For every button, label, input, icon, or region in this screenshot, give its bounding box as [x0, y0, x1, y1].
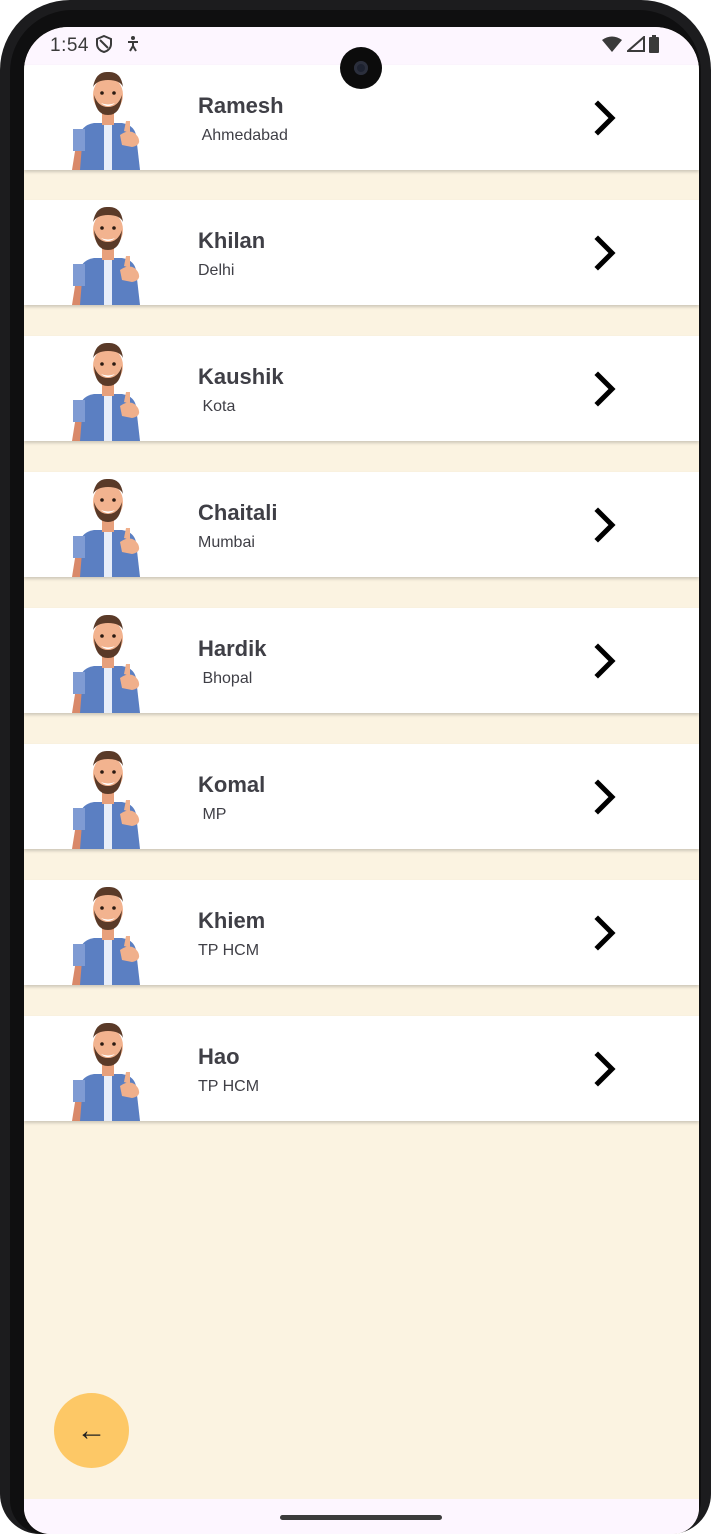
front-camera: [340, 47, 382, 89]
status-right-icons: [601, 35, 659, 53]
person-name: Hardik: [198, 636, 267, 661]
chevron-right-icon[interactable]: [590, 98, 620, 138]
arrow-left-icon: ←: [76, 1413, 107, 1447]
person-card[interactable]: Chaitali Mumbai: [24, 472, 699, 577]
shield-icon: [96, 35, 112, 53]
signal-icon: [627, 36, 645, 52]
person-card[interactable]: Komal MP: [24, 744, 699, 849]
avatar: [68, 880, 148, 985]
avatar: [68, 472, 148, 577]
chevron-right-icon[interactable]: [590, 233, 620, 273]
avatar: [68, 336, 148, 441]
person-name: Ramesh: [198, 93, 284, 118]
avatar: [68, 1016, 148, 1121]
avatar: [68, 744, 148, 849]
person-card[interactable]: Hardik Bhopal: [24, 608, 699, 713]
navigation-bar: [24, 1499, 699, 1534]
chevron-right-icon[interactable]: [590, 641, 620, 681]
person-city: Delhi: [198, 262, 235, 279]
chevron-right-icon[interactable]: [590, 777, 620, 817]
person-card[interactable]: Hao TP HCM: [24, 1016, 699, 1121]
battery-icon: [649, 35, 659, 53]
person-name: Khilan: [198, 228, 266, 253]
person-name: Hao: [198, 1044, 240, 1069]
person-city: Bhopal: [198, 670, 253, 687]
avatar: [68, 200, 148, 305]
person-name: Khiem: [198, 908, 266, 933]
person-city: Mumbai: [198, 534, 255, 551]
person-card[interactable]: Khiem TP HCM: [24, 880, 699, 985]
app-screen: 1:54 Ramesh Ahmedabad Khilan Delhi Kaush…: [24, 27, 699, 1534]
accessibility-icon: [128, 36, 138, 52]
person-name: Kaushik: [198, 364, 284, 389]
person-name: Chaitali: [198, 500, 278, 525]
person-city: Kota: [198, 398, 236, 415]
chevron-right-icon[interactable]: [590, 1049, 620, 1089]
person-name: Komal: [198, 772, 266, 797]
chevron-right-icon[interactable]: [590, 369, 620, 409]
status-left-icons: [96, 35, 140, 53]
person-card[interactable]: Khilan Delhi: [24, 200, 699, 305]
avatar: [68, 608, 148, 713]
avatar: [68, 65, 148, 170]
chevron-right-icon[interactable]: [590, 913, 620, 953]
person-city: Ahmedabad: [198, 127, 288, 144]
home-indicator[interactable]: [280, 1515, 442, 1520]
status-time: 1:54: [50, 35, 89, 56]
person-city: MP: [198, 806, 227, 823]
person-city: TP HCM: [198, 1078, 260, 1095]
person-card[interactable]: Kaushik Kota: [24, 336, 699, 441]
chevron-right-icon[interactable]: [590, 505, 620, 545]
back-button[interactable]: ←: [54, 1393, 129, 1468]
person-city: TP HCM: [198, 942, 260, 959]
wifi-icon: [602, 36, 622, 52]
